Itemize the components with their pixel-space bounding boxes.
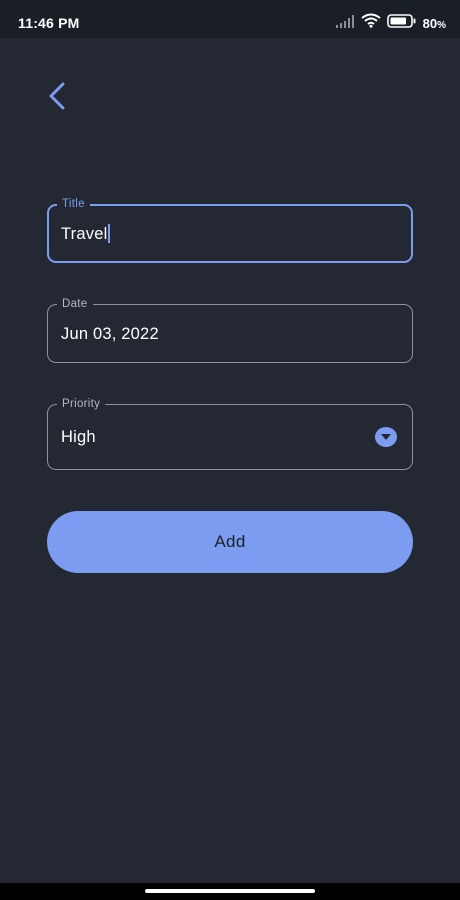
signal-icon <box>335 14 355 33</box>
date-field-label: Date <box>57 297 93 311</box>
title-input[interactable]: Travel <box>61 223 111 244</box>
date-field-value: Jun 03, 2022 <box>61 324 159 343</box>
priority-dropdown[interactable]: Priority High <box>47 397 413 470</box>
battery-icon <box>386 13 417 33</box>
priority-field-label: Priority <box>57 397 106 411</box>
battery-percent-unit: % <box>437 19 446 31</box>
chevron-left-icon <box>47 81 67 116</box>
title-field-label: Title <box>57 197 90 211</box>
add-button[interactable]: Add <box>47 511 413 573</box>
wifi-icon <box>361 13 381 33</box>
text-cursor <box>108 223 111 243</box>
status-icons: 80% <box>335 13 446 33</box>
title-field[interactable]: Title Travel <box>47 197 413 263</box>
status-time: 11:46 PM <box>18 15 80 31</box>
dropdown-arrow-icon[interactable] <box>375 427 397 447</box>
navigation-bar <box>0 883 460 900</box>
date-field[interactable]: Date Jun 03, 2022 <box>47 297 413 363</box>
title-input-value: Travel <box>61 224 108 243</box>
back-button[interactable] <box>40 80 74 116</box>
add-task-screen: 11:46 PM 80% Title Travel Date Jun 03, 2… <box>0 0 460 900</box>
battery-percent: 80% <box>422 15 446 31</box>
priority-selected-value: High <box>61 428 96 446</box>
status-bar: 11:46 PM 80% <box>0 0 460 38</box>
home-indicator[interactable] <box>145 889 315 893</box>
